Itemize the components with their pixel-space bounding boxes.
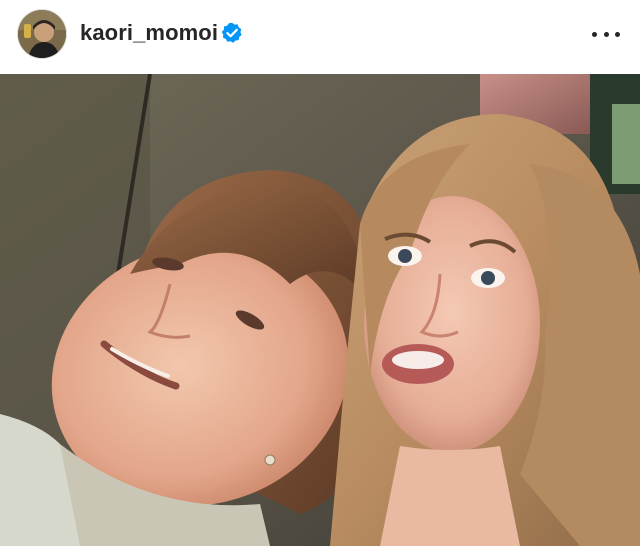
selfie-photo-icon bbox=[0, 74, 640, 546]
post-photo[interactable] bbox=[0, 74, 640, 546]
dot-icon bbox=[603, 31, 609, 37]
dot-icon bbox=[592, 31, 597, 37]
verified-badge-icon bbox=[221, 22, 242, 43]
dot-icon bbox=[615, 31, 620, 37]
more-options-button[interactable] bbox=[592, 24, 620, 44]
avatar-image-icon bbox=[18, 10, 66, 58]
username[interactable]: kaori_momoi bbox=[80, 20, 218, 46]
instagram-post: kaori_momoi bbox=[0, 0, 640, 546]
profile-avatar[interactable] bbox=[18, 10, 66, 58]
post-header: kaori_momoi bbox=[0, 0, 640, 74]
